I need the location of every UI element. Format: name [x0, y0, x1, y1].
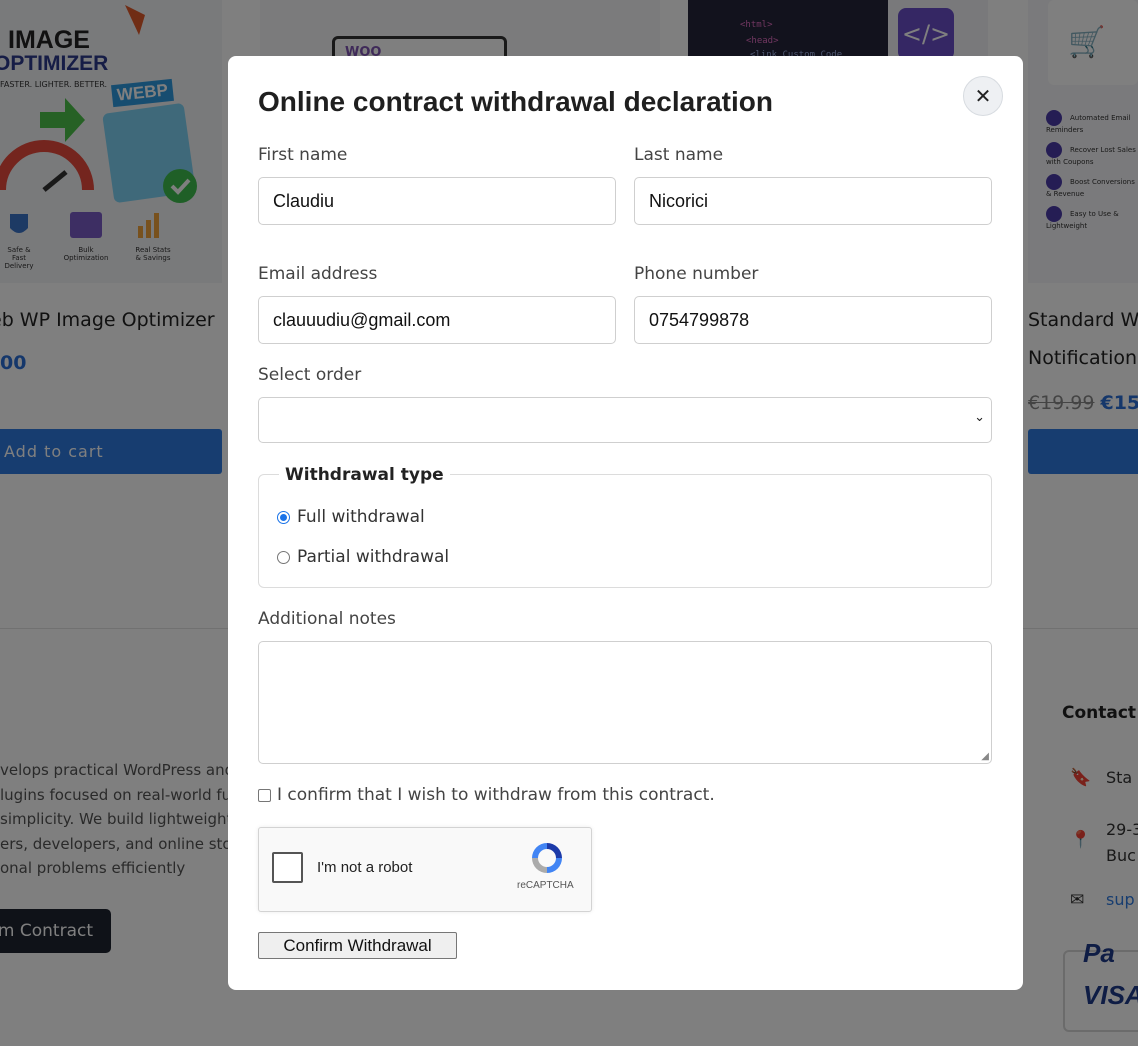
- radio-label: Full withdrawal: [297, 507, 425, 527]
- radio-option-full[interactable]: Full withdrawal: [277, 507, 425, 527]
- modal-title: Online contract withdrawal declaration: [258, 86, 773, 117]
- notes-label: Additional notes: [258, 609, 396, 629]
- notes-textarea[interactable]: ◢: [258, 641, 992, 764]
- confirm-checkbox[interactable]: [258, 788, 271, 802]
- order-select[interactable]: ⌄: [258, 397, 992, 443]
- resize-grip-icon[interactable]: ◢: [981, 751, 989, 762]
- phone-input[interactable]: 0754799878: [634, 296, 992, 344]
- first-name-input[interactable]: Claudiu: [258, 177, 616, 225]
- recaptcha-logo-icon: [532, 843, 562, 873]
- radio-partial-withdrawal[interactable]: [277, 550, 290, 564]
- withdrawal-type-legend: Withdrawal type: [279, 465, 450, 485]
- confirm-checkbox-label: I confirm that I wish to withdraw from t…: [277, 785, 715, 805]
- order-label: Select order: [258, 365, 362, 385]
- withdrawal-type-fieldset: Withdrawal type Full withdrawal Partial …: [258, 465, 992, 588]
- radio-full-withdrawal[interactable]: [277, 510, 290, 524]
- phone-label: Phone number: [634, 264, 759, 284]
- close-icon: ✕: [974, 84, 992, 108]
- last-name-label: Last name: [634, 145, 724, 165]
- confirm-withdrawal-button[interactable]: Confirm Withdrawal: [258, 932, 457, 959]
- radio-label: Partial withdrawal: [297, 547, 450, 567]
- recaptcha-brand: reCAPTCHA: [517, 880, 574, 891]
- recaptcha-widget: I'm not a robot reCAPTCHA: [258, 827, 592, 912]
- recaptcha-checkbox[interactable]: [272, 852, 303, 883]
- withdrawal-modal: Online contract withdrawal declaration ✕…: [228, 56, 1023, 990]
- close-button[interactable]: ✕: [963, 76, 1003, 116]
- confirm-checkbox-row[interactable]: I confirm that I wish to withdraw from t…: [258, 785, 715, 805]
- last-name-input[interactable]: Nicorici: [634, 177, 992, 225]
- radio-option-partial[interactable]: Partial withdrawal: [277, 547, 449, 567]
- email-input[interactable]: clauuudiu@gmail.com: [258, 296, 616, 344]
- recaptcha-label: I'm not a robot: [317, 859, 413, 876]
- chevron-down-icon: ⌄: [974, 410, 985, 425]
- email-label: Email address: [258, 264, 378, 284]
- first-name-label: First name: [258, 145, 348, 165]
